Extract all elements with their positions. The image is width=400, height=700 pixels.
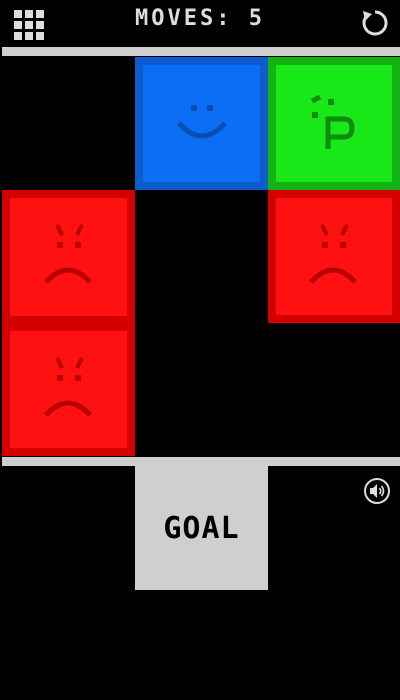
green-tongue-block[interactable] xyxy=(268,57,400,190)
tongue-face-icon xyxy=(310,94,355,149)
angry-face-icon xyxy=(44,224,92,417)
board-top-wall xyxy=(2,47,400,56)
red-angry-block[interactable] xyxy=(268,190,400,323)
angry-face-icon xyxy=(309,224,357,284)
goal-label: GOAL xyxy=(163,510,240,546)
moves-counter: MOVES: 5 xyxy=(135,6,265,31)
red-angry-tall-block[interactable] xyxy=(2,190,135,456)
speaker-icon[interactable] xyxy=(363,477,391,505)
top-bar: MOVES: 5 xyxy=(0,0,400,46)
smile-face-icon xyxy=(177,105,227,139)
goal-exit: GOAL xyxy=(135,466,268,590)
blue-smile-block[interactable] xyxy=(135,57,268,190)
restart-icon[interactable] xyxy=(360,8,390,38)
board-bottom-wall xyxy=(2,457,400,466)
